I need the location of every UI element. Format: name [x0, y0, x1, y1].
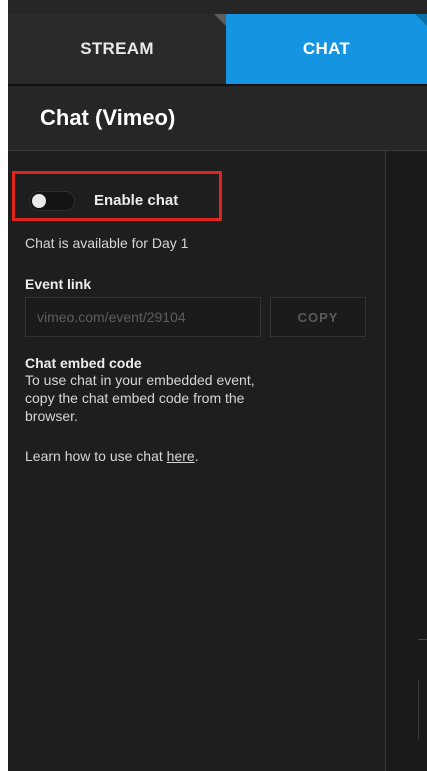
learn-more-text: Learn how to use chat here.: [25, 447, 199, 465]
tab-corner-icon: [415, 14, 427, 26]
embed-code-title: Chat embed code: [25, 355, 142, 371]
enable-chat-label: Enable chat: [94, 192, 179, 209]
availability-text: Chat is available for Day 1: [25, 235, 189, 251]
tab-corner-icon: [214, 14, 226, 26]
learn-more-suffix: .: [194, 448, 199, 464]
embed-code-text-line: copy the chat embed code from the: [25, 390, 245, 406]
event-link-field[interactable]: vimeo.com/event/29104: [25, 297, 261, 337]
tab-chat[interactable]: CHAT: [226, 14, 427, 84]
toggle-knob: [32, 194, 46, 208]
top-strip: [8, 0, 427, 14]
panel-header: Chat (Vimeo): [8, 86, 427, 150]
copy-button[interactable]: COPY: [270, 297, 366, 337]
learn-more-prefix: Learn how to use chat: [25, 448, 167, 464]
chat-settings-panel: Enable chat Chat is available for Day 1 …: [8, 151, 385, 771]
tab-stream-label: STREAM: [80, 39, 154, 58]
tab-chat-label: CHAT: [302, 39, 351, 58]
right-panel-edge: [418, 680, 419, 740]
enable-chat-toggle[interactable]: [29, 191, 75, 211]
right-panel-divider: [418, 639, 427, 640]
embed-code-text-line: To use chat in your embedded event,: [25, 372, 255, 388]
page-title: Chat (Vimeo): [40, 105, 176, 130]
app-window: STREAM CHAT Chat (Vimeo) Enable chat Cha…: [8, 0, 427, 771]
event-link-label: Event link: [25, 276, 92, 292]
embed-code-text-line: browser.: [25, 408, 78, 424]
tab-stream[interactable]: STREAM: [8, 14, 226, 84]
right-panel: [386, 151, 427, 771]
learn-more-link[interactable]: here: [167, 448, 195, 464]
